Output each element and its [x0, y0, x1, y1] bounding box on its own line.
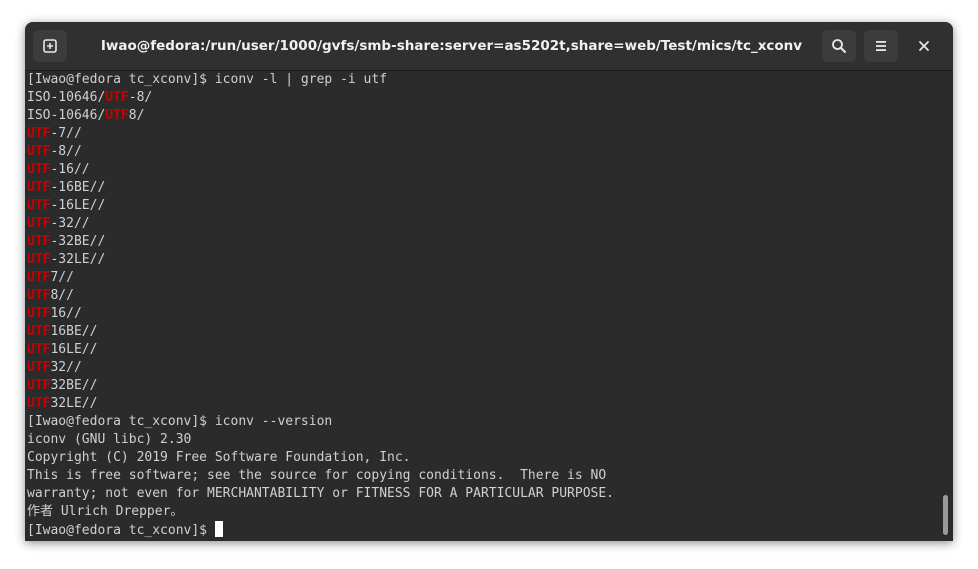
terminal-line: [Iwao@fedora tc_xconv]$ iconv -l | grep …	[27, 71, 939, 89]
main-menu-button[interactable]	[864, 30, 898, 62]
terminal-line: ISO-10646/UTF-8/	[27, 89, 939, 107]
terminal-line: UTF-8//	[27, 143, 939, 161]
terminal-line: UTF-32LE//	[27, 251, 939, 269]
grep-match: UTF	[27, 324, 51, 339]
terminal-line: UTF8//	[27, 287, 939, 305]
terminal-line: UTF16LE//	[27, 341, 939, 359]
terminal-line: UTF16//	[27, 305, 939, 323]
terminal-line: UTF32//	[27, 359, 939, 377]
grep-match: UTF	[27, 216, 51, 231]
vertical-scrollbar[interactable]	[939, 71, 953, 541]
grep-match: UTF	[27, 126, 51, 141]
terminal-text: -8/	[128, 90, 153, 105]
terminal-line: [Iwao@fedora tc_xconv]$ iconv --version	[27, 413, 939, 431]
terminal-text: [Iwao@fedora tc_xconv]$ iconv -l | grep …	[27, 72, 388, 87]
grep-match: UTF	[27, 234, 51, 249]
terminal-line: UTF-16LE//	[27, 197, 939, 215]
terminal-text: 16//	[50, 306, 82, 321]
close-icon	[919, 41, 929, 51]
grep-match: UTF	[27, 162, 51, 177]
grep-match: UTF	[27, 252, 51, 267]
terminal-line: UTF-16//	[27, 161, 939, 179]
grep-match: UTF	[27, 180, 51, 195]
terminal-line: UTF32BE//	[27, 377, 939, 395]
terminal-text: -32//	[50, 216, 90, 231]
grep-match: UTF	[27, 144, 51, 159]
terminal-text: Copyright (C) 2019 Free Software Foundat…	[27, 450, 411, 465]
terminal-line: This is free software; see the source fo…	[27, 467, 939, 485]
terminal-text: 32//	[50, 360, 82, 375]
terminal-line: ISO-10646/UTF8/	[27, 107, 939, 125]
terminal-text: [Iwao@fedora tc_xconv]$ iconv --version	[27, 414, 333, 429]
terminal-window: Iwao@fedora:/run/user/1000/gvfs/smb-shar…	[25, 22, 953, 541]
terminal-line: UTF7//	[27, 269, 939, 287]
grep-match: UTF	[105, 90, 129, 105]
search-icon	[832, 39, 846, 53]
terminal-line: UTF16BE//	[27, 323, 939, 341]
terminal-line: 作者 Ulrich Drepper。	[27, 503, 939, 521]
terminal-text: 16LE//	[50, 342, 98, 357]
terminal-text: -7//	[50, 126, 82, 141]
terminal-text: 8/	[128, 108, 145, 123]
scrollbar-thumb[interactable]	[943, 495, 948, 535]
terminal-line: UTF-16BE//	[27, 179, 939, 197]
terminal-text: [Iwao@fedora tc_xconv]$	[27, 523, 215, 538]
header-bar: Iwao@fedora:/run/user/1000/gvfs/smb-shar…	[25, 22, 953, 71]
new-tab-icon	[43, 39, 57, 53]
terminal-text: 作者 Ulrich Drepper。	[27, 504, 184, 519]
grep-match: UTF	[105, 108, 129, 123]
terminal-text: -32BE//	[50, 234, 106, 249]
text-cursor	[214, 521, 223, 537]
terminal-text: -16LE//	[50, 198, 106, 213]
terminal-text: 32LE//	[50, 396, 98, 411]
terminal-line: UTF-32BE//	[27, 233, 939, 251]
grep-match: UTF	[27, 360, 51, 375]
close-button[interactable]	[911, 33, 937, 59]
terminal-text: 8//	[50, 288, 74, 303]
terminal-line: UTF-7//	[27, 125, 939, 143]
terminal-line: UTF32LE//	[27, 395, 939, 413]
grep-match: UTF	[27, 288, 51, 303]
terminal-text: This is free software; see the source fo…	[27, 468, 607, 483]
grep-match: UTF	[27, 378, 51, 393]
grep-match: UTF	[27, 198, 51, 213]
terminal-text: 7//	[50, 270, 74, 285]
terminal-line: [Iwao@fedora tc_xconv]$	[27, 521, 939, 539]
terminal-text: ISO-10646/	[27, 108, 106, 123]
terminal-text: 32BE//	[50, 378, 98, 393]
terminal-text: -16BE//	[50, 180, 106, 195]
terminal-line: Copyright (C) 2019 Free Software Foundat…	[27, 449, 939, 467]
terminal-line: iconv (GNU libc) 2.30	[27, 431, 939, 449]
search-button[interactable]	[822, 30, 856, 62]
grep-match: UTF	[27, 396, 51, 411]
terminal-text: -32LE//	[50, 252, 106, 267]
terminal-text: warranty; not even for MERCHANTABILITY o…	[27, 486, 614, 501]
terminal-text: iconv (GNU libc) 2.30	[27, 432, 192, 447]
new-tab-button[interactable]	[33, 30, 67, 62]
terminal-text: 16BE//	[50, 324, 98, 339]
hamburger-menu-icon	[876, 41, 886, 51]
terminal-output[interactable]: [Iwao@fedora tc_xconv]$ iconv -l | grep …	[25, 71, 939, 541]
grep-match: UTF	[27, 342, 51, 357]
grep-match: UTF	[27, 270, 51, 285]
terminal-text: -16//	[50, 162, 90, 177]
terminal-line: UTF-32//	[27, 215, 939, 233]
terminal-text: -8//	[50, 144, 82, 159]
terminal-line: warranty; not even for MERCHANTABILITY o…	[27, 485, 939, 503]
window-title: Iwao@fedora:/run/user/1000/gvfs/smb-shar…	[100, 38, 803, 54]
grep-match: UTF	[27, 306, 51, 321]
terminal-text: ISO-10646/	[27, 90, 106, 105]
